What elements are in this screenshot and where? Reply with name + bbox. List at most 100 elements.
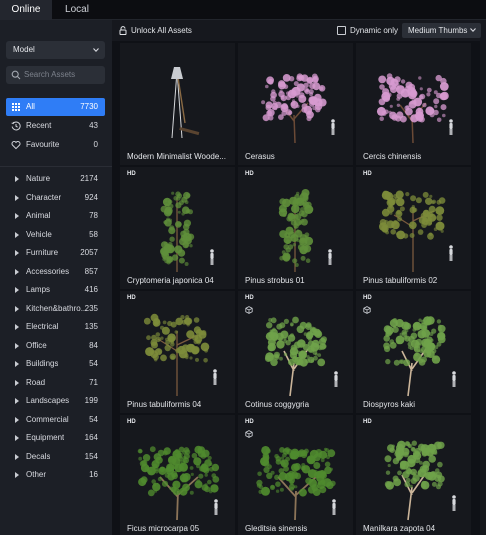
category-label: Accessories: [26, 266, 70, 276]
asset-card[interactable]: HD Manilkara zapota 04: [356, 415, 471, 535]
asset-card[interactable]: HD Cotinus coggygria: [238, 291, 353, 413]
nav-favourite[interactable]: Favourite 0: [6, 136, 105, 154]
unlock-label: Unlock All Assets: [131, 26, 192, 35]
category-label: Buildings: [26, 359, 59, 368]
asset-card[interactable]: HD Cryptomeria japonica 04: [120, 167, 235, 289]
category-count: 58: [89, 229, 98, 239]
tab-online[interactable]: Online: [0, 0, 52, 20]
category-label: Landscapes: [26, 396, 70, 405]
asset-card[interactable]: HD Pinus strobus 01: [238, 167, 353, 289]
asset-card[interactable]: HD Pinus tabuliformis 02: [356, 167, 471, 289]
category-item[interactable]: Commercial 54: [6, 411, 105, 429]
caret-right-icon: [15, 176, 19, 182]
asset-name: Cryptomeria japonica 04: [127, 276, 214, 285]
unlock-all-assets-button[interactable]: Unlock All Assets: [119, 20, 192, 41]
caret-right-icon: [15, 213, 19, 219]
asset-card[interactable]: Cercis chinensis: [356, 43, 471, 165]
nav-count: 7730: [80, 102, 98, 111]
category-item[interactable]: Character 924: [6, 189, 105, 207]
category-item[interactable]: Landscapes 199: [6, 392, 105, 410]
nav-label: All: [26, 102, 35, 111]
thumb-size-select[interactable]: Medium Thumbs: [402, 23, 481, 38]
checkbox-box: [337, 26, 346, 35]
caret-right-icon: [15, 268, 19, 275]
caret-right-icon: [15, 231, 19, 238]
category-label: Office: [26, 340, 47, 350]
category-label: Kitchen&bathro...: [26, 303, 88, 313]
category-count: 54: [89, 414, 98, 424]
category-item[interactable]: Vehicle 58: [6, 226, 105, 244]
hd-badge: HD: [127, 295, 136, 301]
caret-right-icon: [15, 435, 19, 441]
category-item[interactable]: Animal 78: [6, 207, 105, 225]
search-input[interactable]: Search Assets: [6, 66, 105, 84]
asset-thumbnail: [256, 446, 336, 521]
category-count: 78: [89, 211, 98, 220]
grid-scrollbar[interactable]: [480, 41, 486, 535]
hd-badge: HD: [363, 419, 372, 425]
asset-thumbnail: [143, 313, 217, 396]
category-label: Animal: [26, 211, 51, 220]
asset-card[interactable]: HD Diospyros kaki: [356, 291, 471, 413]
category-item[interactable]: Accessories 857: [6, 263, 105, 281]
grid-icon: [12, 103, 20, 111]
asset-card[interactable]: HD Ficus microcarpa 05: [120, 415, 235, 535]
asset-card[interactable]: HD Pinus tabuliformis 04: [120, 291, 235, 413]
sidebar-divider: [0, 166, 112, 167]
history-icon: [11, 121, 21, 131]
asset-thumbnail: [376, 73, 453, 144]
hd-badge: HD: [245, 419, 254, 425]
nav-count: 0: [93, 140, 98, 149]
asset-thumbnail: [278, 189, 332, 272]
caret-right-icon: [15, 398, 19, 404]
category-item[interactable]: Nature 2174: [6, 170, 105, 188]
heart-icon: [11, 140, 21, 150]
tab-local[interactable]: Local: [56, 0, 98, 20]
asset-name: Cotinus coggygria: [245, 400, 310, 409]
category-count: 54: [89, 359, 98, 368]
thumb-size-value: Medium Thumbs: [408, 26, 468, 35]
category-item[interactable]: Buildings 54: [6, 355, 105, 373]
asset-toolbar: Unlock All Assets Dynamic only Medium Th…: [112, 20, 486, 41]
category-item[interactable]: Lamps 416: [6, 281, 105, 299]
nav-recent[interactable]: Recent 43: [6, 117, 105, 135]
asset-name: Manilkara zapota 04: [363, 524, 436, 533]
asset-card[interactable]: HD Gleditsia sinensis: [238, 415, 353, 535]
category-count: 71: [89, 377, 98, 387]
category-item[interactable]: Kitchen&bathro... 235: [6, 300, 105, 318]
scale-figure: [452, 495, 456, 511]
category-label: Nature: [26, 174, 51, 183]
category-count: 154: [84, 451, 98, 461]
asset-name: Diospyros kaki: [363, 400, 416, 409]
asset-name: Gleditsia sinensis: [245, 524, 308, 533]
asset-card[interactable]: Cerasus: [238, 43, 353, 165]
category-count: 84: [89, 340, 98, 350]
category-item[interactable]: Road 71: [6, 374, 105, 392]
category-item[interactable]: Office 84: [6, 337, 105, 355]
asset-thumbnail: [171, 67, 200, 139]
scale-figure: [449, 245, 453, 261]
category-label: Character: [26, 192, 62, 202]
asset-thumbnail: [383, 316, 456, 397]
asset-name: Ficus microcarpa 05: [127, 524, 200, 533]
top-tab-bar: Online Local: [0, 0, 486, 20]
asset-thumbnail: [379, 190, 453, 272]
hd-badge: HD: [245, 295, 254, 301]
caret-right-icon: [15, 379, 19, 386]
category-item[interactable]: Electrical 135: [6, 318, 105, 336]
caret-right-icon: [15, 305, 19, 312]
category-label: Electrical: [26, 322, 59, 331]
category-item[interactable]: Equipment 164: [6, 429, 105, 447]
asset-name: Pinus tabuliformis 04: [127, 400, 202, 409]
category-item[interactable]: Other 16: [6, 466, 105, 484]
dynamic-only-checkbox[interactable]: Dynamic only: [337, 20, 398, 41]
category-label: Furniture: [26, 248, 59, 257]
scale-figure: [331, 119, 335, 135]
nav-all[interactable]: All 7730: [6, 98, 105, 116]
hd-badge: HD: [127, 171, 136, 177]
caret-right-icon: [15, 194, 19, 201]
model-type-dropdown[interactable]: Model: [6, 41, 105, 59]
category-item[interactable]: Decals 154: [6, 448, 105, 466]
asset-card[interactable]: Modern Minimalist Woode...: [120, 43, 235, 165]
category-item[interactable]: Furniture 2057: [6, 244, 105, 262]
